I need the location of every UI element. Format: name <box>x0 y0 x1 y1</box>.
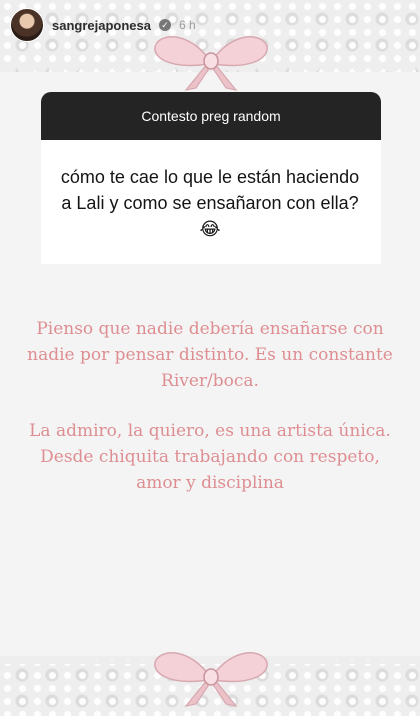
laughing-emoji-icon: 😂 <box>199 219 221 239</box>
question-label: cómo te cae lo que le están haciendo a L… <box>60 167 360 213</box>
avatar[interactable] <box>10 8 44 42</box>
username[interactable]: sangrejaponesa <box>52 18 151 33</box>
question-sticker-header[interactable]: Contesto preg random <box>41 92 381 140</box>
bow-decoration-icon <box>154 36 268 91</box>
question-text: cómo te cae lo que le están haciendo a L… <box>60 164 360 242</box>
answer-paragraph-2: La admiro, la quiero, es una artista úni… <box>29 421 391 493</box>
answer-paragraph-1: Pienso que nadie debería ensañarse con n… <box>27 319 393 391</box>
bow-decoration-icon <box>154 652 268 707</box>
